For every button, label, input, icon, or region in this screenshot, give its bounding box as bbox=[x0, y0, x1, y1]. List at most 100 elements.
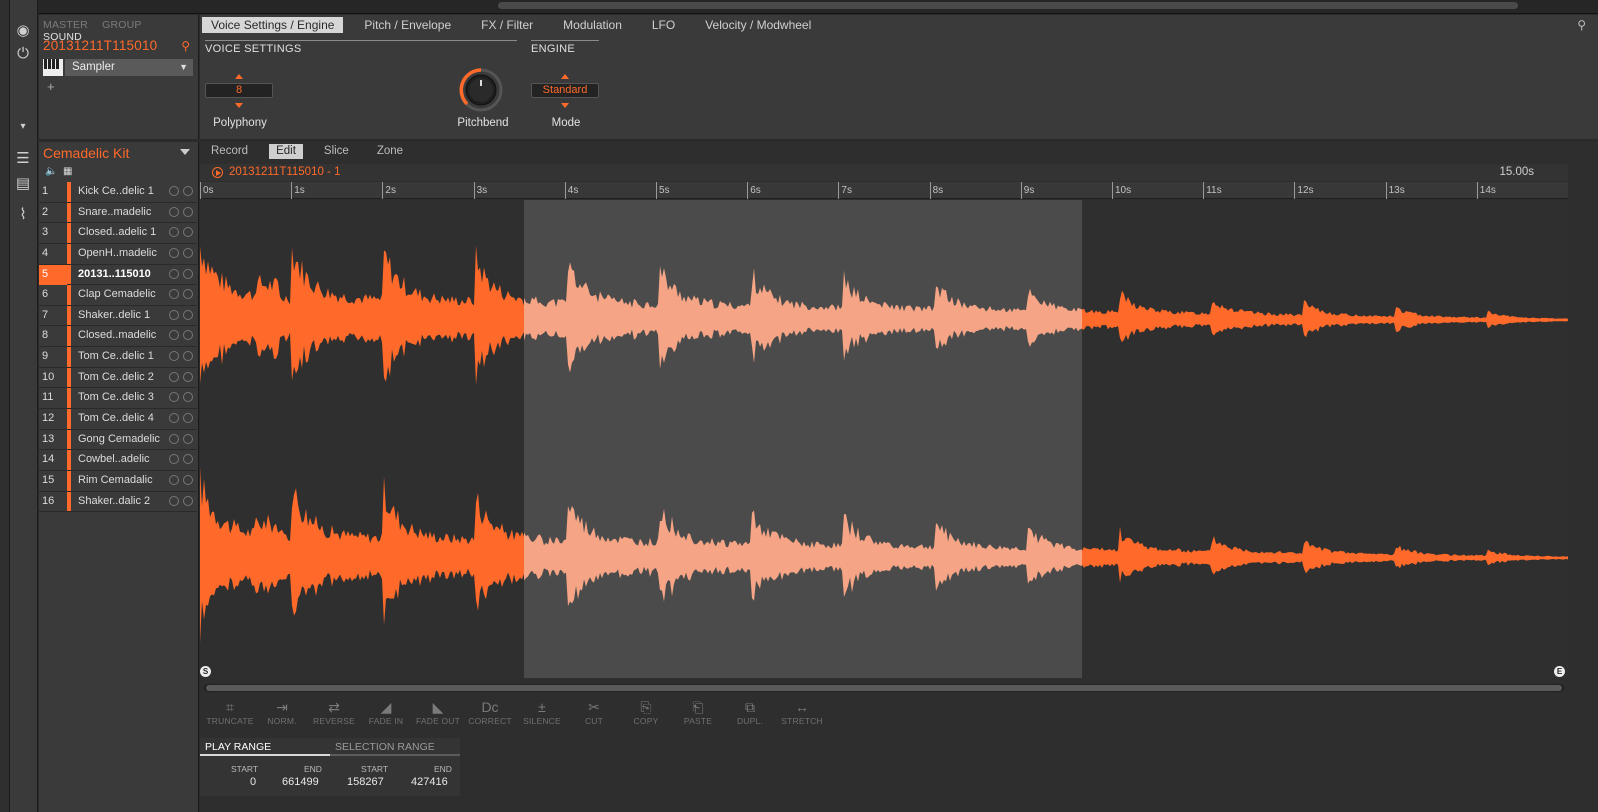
pad-item[interactable]: 1 Kick Ce..delic 1 bbox=[39, 182, 197, 203]
tab-modulation[interactable]: Modulation bbox=[554, 17, 631, 33]
tab-velocity-modwheel[interactable]: Velocity / Modwheel bbox=[696, 17, 820, 33]
play-end-value[interactable]: 661499 bbox=[282, 776, 319, 788]
power-icon[interactable] bbox=[183, 206, 193, 217]
end-marker[interactable]: E bbox=[1554, 666, 1565, 677]
top-scrollbar[interactable] bbox=[38, 0, 1598, 14]
tool-paste[interactable]: ⎗ PASTE bbox=[672, 698, 724, 726]
pad-item[interactable]: 9 Tom Ce..delic 1 bbox=[39, 347, 197, 368]
chevron-down-icon[interactable] bbox=[180, 149, 190, 155]
power-icon[interactable] bbox=[183, 351, 193, 362]
mute-icon[interactable] bbox=[169, 413, 179, 424]
grid-icon[interactable]: ▤ bbox=[14, 175, 32, 193]
mute-icon[interactable] bbox=[169, 186, 179, 196]
power-icon[interactable] bbox=[183, 330, 193, 341]
power-icon[interactable] bbox=[183, 454, 193, 465]
mode-field[interactable]: Standard bbox=[531, 83, 599, 98]
plugin-select[interactable]: Sampler ▼ bbox=[65, 59, 193, 76]
tab-voice-settings[interactable]: Voice Settings / Engine bbox=[202, 17, 344, 33]
pad-item[interactable]: 3 Closed..adelic 1 bbox=[39, 223, 197, 244]
tool-fade-out[interactable]: ◣ FADE OUT bbox=[412, 698, 464, 726]
kit-name[interactable]: Cemadelic Kit bbox=[43, 145, 129, 161]
plug-icon[interactable]: ⏻ bbox=[14, 45, 32, 63]
mute-icon[interactable] bbox=[169, 268, 179, 279]
tool-truncate[interactable]: ⌗ TRUNCATE bbox=[204, 698, 256, 726]
pad-item[interactable]: 6 Clap Cemadelic bbox=[39, 285, 197, 306]
tool-stretch[interactable]: ↔ STRETCH bbox=[776, 698, 828, 726]
power-icon[interactable] bbox=[183, 289, 193, 300]
grid-icon[interactable]: ▦ bbox=[63, 166, 72, 177]
tab-zone[interactable]: Zone bbox=[370, 144, 410, 159]
add-plugin-button[interactable]: + bbox=[47, 79, 55, 94]
pad-item[interactable]: 15 Rim Cemadalic bbox=[39, 470, 197, 492]
pad-item[interactable]: 14 Cowbel..adelic bbox=[39, 450, 197, 471]
tab-slice[interactable]: Slice bbox=[317, 144, 356, 159]
pad-item[interactable]: 4 OpenH..madelic bbox=[39, 243, 197, 265]
pad-item[interactable]: 7 Shaker..delic 1 bbox=[39, 305, 197, 327]
mute-icon[interactable] bbox=[169, 206, 179, 217]
power-icon[interactable] bbox=[183, 268, 193, 279]
list-icon[interactable]: ☰ bbox=[14, 150, 32, 168]
scroll-thumb[interactable] bbox=[206, 685, 1562, 691]
power-icon[interactable] bbox=[183, 186, 193, 196]
decrement-arrow[interactable] bbox=[235, 103, 243, 108]
decrement-arrow[interactable] bbox=[561, 103, 569, 108]
pad-item[interactable]: 12 Tom Ce..delic 4 bbox=[39, 409, 197, 430]
increment-arrow[interactable] bbox=[561, 74, 569, 79]
tab-group[interactable]: GROUP bbox=[102, 19, 142, 31]
power-icon[interactable] bbox=[183, 433, 193, 444]
tab-edit[interactable]: Edit bbox=[269, 144, 303, 159]
tool-copy[interactable]: ⎘ COPY bbox=[620, 698, 672, 726]
search-icon[interactable]: ⚲ bbox=[1577, 18, 1586, 32]
tool-fade-in[interactable]: ◢ FADE IN bbox=[360, 698, 412, 726]
top-scroll-thumb[interactable] bbox=[498, 2, 1518, 9]
speaker-icon[interactable]: 🔈 bbox=[45, 166, 57, 177]
pad-item[interactable]: 5 20131..115010 bbox=[39, 264, 197, 286]
tool-silence[interactable]: ± SILENCE bbox=[516, 698, 568, 726]
mute-icon[interactable] bbox=[169, 309, 179, 320]
record-icon[interactable]: ◉ bbox=[14, 22, 32, 40]
search-icon[interactable]: ⚲ bbox=[181, 39, 190, 53]
play-range-title[interactable]: PLAY RANGE bbox=[200, 738, 330, 756]
mute-icon[interactable] bbox=[169, 454, 179, 465]
play-icon[interactable] bbox=[212, 167, 223, 178]
waveform-scrollbar[interactable] bbox=[204, 684, 1564, 692]
sample-name[interactable]: 20131211T115010 - 1 bbox=[229, 166, 340, 178]
mute-icon[interactable] bbox=[169, 330, 179, 341]
power-icon[interactable] bbox=[183, 371, 193, 382]
pad-item[interactable]: 8 Closed..madelic bbox=[39, 326, 197, 348]
tab-lfo[interactable]: LFO bbox=[643, 17, 684, 33]
pad-item[interactable]: 11 Tom Ce..delic 3 bbox=[39, 388, 197, 410]
tab-pitch-envelope[interactable]: Pitch / Envelope bbox=[355, 17, 460, 33]
plugin-slot[interactable]: Sampler ▼ bbox=[41, 59, 195, 76]
mute-icon[interactable] bbox=[169, 474, 179, 485]
tool-cut[interactable]: ✂ CUT bbox=[568, 698, 620, 726]
power-icon[interactable] bbox=[183, 227, 193, 238]
selection-end-value[interactable]: 427416 bbox=[411, 776, 448, 788]
tab-fx-filter[interactable]: FX / Filter bbox=[472, 17, 542, 33]
mute-icon[interactable] bbox=[169, 433, 179, 444]
start-marker[interactable]: S bbox=[200, 666, 211, 677]
pad-item[interactable]: 10 Tom Ce..delic 2 bbox=[39, 367, 197, 389]
chevron-down-icon[interactable]: ▾ bbox=[14, 118, 32, 136]
tool-correct[interactable]: Dc CORRECT bbox=[464, 698, 516, 726]
sound-name[interactable]: 20131211T115010 bbox=[43, 38, 157, 53]
power-icon[interactable] bbox=[183, 392, 193, 403]
power-icon[interactable] bbox=[183, 495, 193, 506]
power-icon[interactable] bbox=[183, 309, 193, 320]
tool-norm[interactable]: ⇥ NORM. bbox=[256, 698, 308, 726]
increment-arrow[interactable] bbox=[235, 74, 243, 79]
waveform-icon[interactable]: ⌇ bbox=[14, 206, 32, 224]
selection-start-value[interactable]: 158267 bbox=[347, 776, 384, 788]
polyphony-field[interactable]: 8 bbox=[205, 83, 273, 98]
power-icon[interactable] bbox=[183, 413, 193, 424]
power-icon[interactable] bbox=[183, 247, 193, 258]
tool-reverse[interactable]: ⇄ REVERSE bbox=[308, 698, 360, 726]
tab-record[interactable]: Record bbox=[204, 144, 255, 159]
mute-icon[interactable] bbox=[169, 351, 179, 362]
time-ruler[interactable]: 0s 1s 2s 3s 4s 5s 6s 7s 8s 9s 10s 11s 12s 13s 14s bbox=[200, 182, 1568, 199]
selection-range-title[interactable]: SELECTION RANGE bbox=[330, 738, 460, 756]
pad-item[interactable]: 2 Snare..madelic bbox=[39, 202, 197, 224]
mute-icon[interactable] bbox=[169, 495, 179, 506]
mute-icon[interactable] bbox=[169, 289, 179, 300]
waveform-area[interactable]: S E bbox=[200, 200, 1568, 678]
